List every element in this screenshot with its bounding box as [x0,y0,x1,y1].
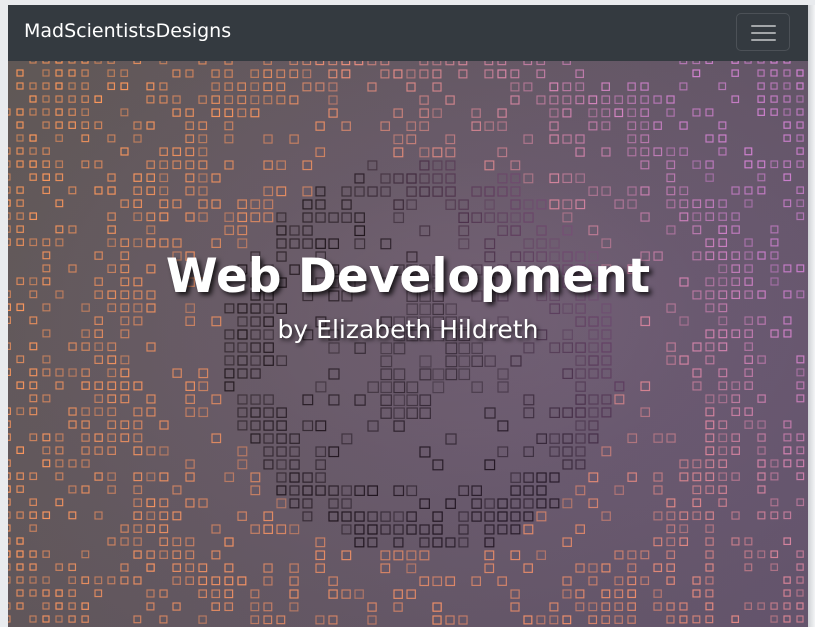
hero-background-image [8,61,808,627]
browser-viewport: MadScientistsDesigns Web Development by … [8,5,808,627]
navbar-brand[interactable]: MadScientistsDesigns [24,20,231,42]
navbar-toggler-button[interactable] [736,13,790,51]
hero-banner: Web Development by Elizabeth Hildreth [8,61,808,627]
hero-title: Web Development [165,249,651,304]
window-edge-shadow [808,5,815,627]
hero-subtitle: by Elizabeth Hildreth [277,315,539,344]
top-navbar: MadScientistsDesigns [8,5,808,61]
